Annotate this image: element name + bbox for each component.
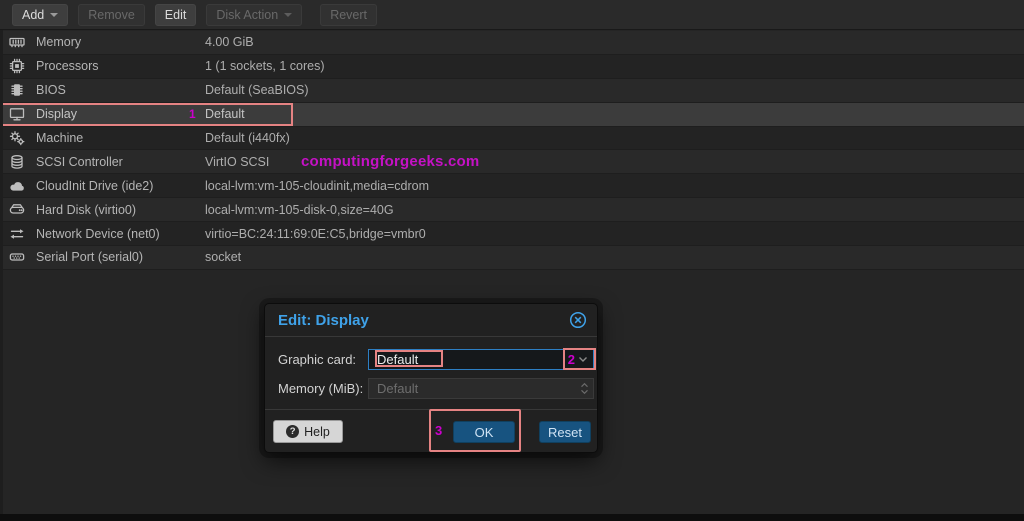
dialog-footer-divider [265, 409, 597, 410]
table-row-cloudinit-drive[interactable]: CloudInit Drive (ide2) local-lvm:vm-105-… [0, 174, 1024, 199]
bottom-strip [0, 514, 1024, 521]
hdd-icon [9, 202, 25, 218]
chevron-down-icon [581, 389, 588, 395]
serial-port-icon [9, 249, 25, 265]
cpu-icon [9, 58, 25, 74]
hw-row-value: VirtIO SCSI [205, 154, 270, 169]
hw-row-value: local-lvm:vm-105-disk-0,size=40G [205, 202, 394, 217]
hw-row-label: Display [36, 107, 77, 122]
chevron-down-icon [284, 12, 293, 17]
annotation-step-1: 1 [189, 107, 196, 122]
hardware-table: Memory 4.00 GiB Processors 1 (1 sockets,… [0, 31, 1024, 270]
ok-button[interactable]: OK [453, 421, 515, 443]
chevron-down-icon [579, 357, 587, 362]
hw-row-value: virtio=BC:24:11:69:0E:C5,bridge=vmbr0 [205, 226, 426, 241]
hw-row-label: SCSI Controller [36, 154, 123, 169]
hw-row-label: Memory [36, 35, 82, 50]
watermark-text: computingforgeeks.com [301, 153, 480, 170]
memory-mib-input[interactable] [369, 379, 593, 398]
gears-icon [9, 130, 25, 146]
hw-row-value: Default (i440fx) [205, 131, 290, 145]
chevron-down-icon [50, 12, 59, 17]
dialog-header: Edit: Display [265, 304, 597, 337]
hw-row-label: BIOS [36, 83, 66, 98]
cloud-icon [9, 178, 25, 194]
hw-row-label: Machine [36, 131, 84, 145]
memory-mib-label: Memory (MiB): [278, 381, 364, 396]
remove-button-label: Remove [88, 7, 135, 22]
display-icon [9, 106, 25, 122]
hw-row-value: local-lvm:vm-105-cloudinit,media=cdrom [205, 178, 430, 193]
database-icon [9, 154, 25, 170]
memory-mib-spinner[interactable] [368, 378, 594, 399]
revert-button[interactable]: Revert [320, 3, 378, 26]
edit-button[interactable]: Edit [154, 3, 197, 26]
hw-row-value: 4.00 GiB [205, 35, 254, 50]
hw-row-label: Network Device (net0) [36, 226, 160, 241]
revert-button-label: Revert [330, 7, 368, 22]
spinner-buttons[interactable] [580, 379, 589, 398]
hw-row-value: Default (SeaBIOS) [205, 83, 309, 98]
remove-button[interactable]: Remove [78, 3, 145, 26]
disk-action-button[interactable]: Disk Action [206, 3, 303, 26]
help-button[interactable]: ? Help [273, 420, 343, 443]
table-row-machine[interactable]: Machine Default (i440fx) [0, 126, 1024, 151]
graphic-card-combobox[interactable]: 2 [368, 348, 596, 370]
table-row-bios[interactable]: BIOS Default (SeaBIOS) [0, 78, 1024, 103]
memory-icon [9, 34, 25, 50]
table-row-serial-port[interactable]: Serial Port (serial0) socket [0, 246, 1024, 270]
left-edge-divider [0, 30, 3, 521]
annotation-step-2: 2 [567, 352, 575, 367]
exchange-arrows-icon [9, 226, 25, 242]
chevron-up-icon [581, 382, 588, 388]
annotation-step-3: 3 [435, 423, 443, 438]
reset-button[interactable]: Reset [539, 421, 591, 443]
hw-row-label: Serial Port (serial0) [36, 250, 143, 265]
table-row-hard-disk[interactable]: Hard Disk (virtio0) local-lvm:vm-105-dis… [0, 198, 1024, 223]
close-icon[interactable] [569, 311, 587, 329]
hw-row-label: Processors [36, 59, 99, 74]
graphic-card-label: Graphic card: [278, 352, 357, 367]
dialog-title: Edit: Display [278, 311, 369, 329]
combobox-trigger[interactable]: 2 [559, 350, 593, 369]
add-button-label: Add [22, 7, 45, 22]
table-row-memory[interactable]: Memory 4.00 GiB [0, 31, 1024, 55]
table-row-network-device[interactable]: Network Device (net0) virtio=BC:24:11:69… [0, 222, 1024, 247]
disk-action-button-label: Disk Action [216, 7, 279, 22]
table-row-scsi-controller[interactable]: SCSI Controller VirtIO SCSI [0, 150, 1024, 175]
table-row-display[interactable]: Display Default 1 [0, 102, 1024, 127]
toolbar: Add Remove Edit Disk Action Revert [0, 0, 1024, 30]
proxmox-hardware-panel: Add Remove Edit Disk Action Revert Memor… [0, 0, 1024, 521]
hw-row-label: CloudInit Drive (ide2) [36, 178, 154, 193]
edit-button-label: Edit [164, 7, 187, 22]
add-button[interactable]: Add [12, 3, 69, 26]
question-circle-icon: ? [286, 425, 300, 438]
hw-row-value: Default [205, 107, 245, 122]
table-row-processors[interactable]: Processors 1 (1 sockets, 1 cores) [0, 54, 1024, 79]
hw-row-value: 1 (1 sockets, 1 cores) [205, 59, 325, 74]
help-button-label: Help [304, 424, 330, 439]
edit-display-dialog: Edit: Display Graphic card: 2 Memory (Mi… [264, 303, 598, 453]
hw-row-value: socket [205, 250, 242, 265]
hw-row-label: Hard Disk (virtio0) [36, 202, 137, 217]
bios-chip-icon [9, 82, 25, 98]
